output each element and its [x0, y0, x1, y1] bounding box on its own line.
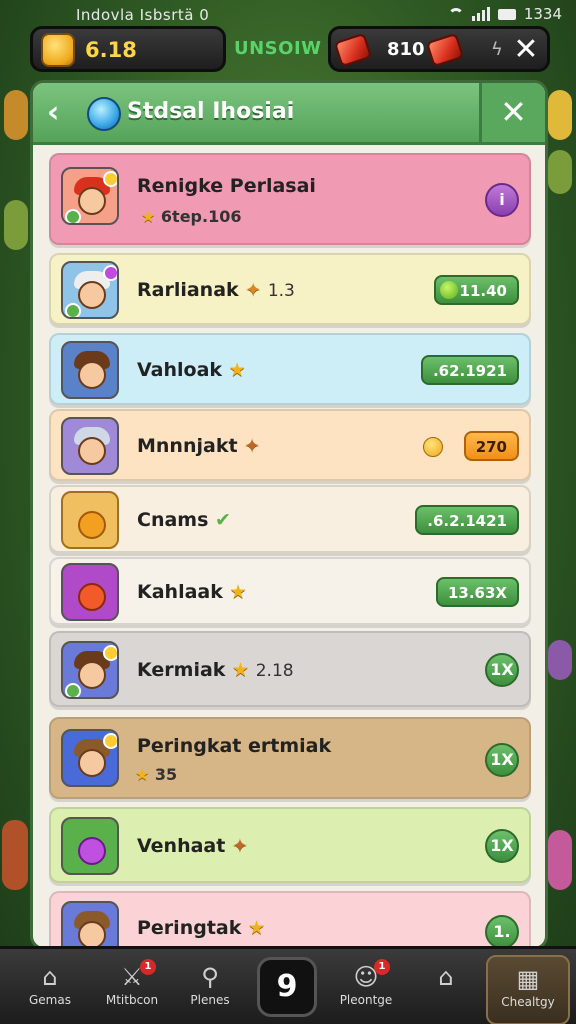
bottom-nav: ⌂ Gemas ⚔ 1 Mtitbcon ⚲ Plenes 9 ☺ 1 Pleo… — [0, 946, 576, 1024]
badge-icon: ✦ — [244, 435, 261, 457]
avatar — [61, 817, 119, 875]
player-name: Peringtak ★ — [137, 917, 266, 939]
player-name: Peringkat ertmiak — [137, 735, 332, 757]
player-score: ★ 35 — [135, 765, 178, 784]
panel-close-button[interactable]: ✕ — [479, 83, 545, 142]
background-scenery — [548, 640, 572, 680]
badge-icon: ✦ — [245, 279, 262, 301]
star-icon: ★ — [135, 765, 150, 784]
nav-item-people[interactable]: ☺ 1 Pleontge — [324, 955, 408, 1024]
star-icon: ★ — [232, 659, 250, 681]
list-item[interactable]: Peringtak ★ 1. — [49, 891, 531, 947]
background-scenery — [2, 820, 28, 890]
coin-icon — [423, 437, 443, 457]
check-icon: ✔ — [215, 509, 231, 531]
list-item[interactable]: Rarlianak ✦ 1.3 11.40 — [49, 253, 531, 325]
player-name: Mnnnjakt ✦ — [137, 435, 261, 457]
badge-icon: ✦ — [231, 835, 248, 857]
list-item[interactable]: Venhaat ✦ 1X — [49, 807, 531, 883]
nav-item-missions[interactable]: ⚔ 1 Mtitbcon — [90, 955, 174, 1024]
background-scenery — [548, 150, 572, 194]
action-button[interactable]: 1X — [485, 653, 519, 687]
background-scenery — [4, 90, 28, 140]
player-name: Kahlaak ★ — [137, 581, 247, 603]
nav-item-planes[interactable]: ⚲ Plenes — [168, 955, 252, 1024]
panel-title: Stdsal Ihosiai — [127, 99, 295, 124]
avatar — [61, 729, 119, 787]
resource-bar: 6.18 UNSOIW 810 ϟ ✕ — [30, 26, 550, 76]
battery-icon — [497, 8, 516, 20]
coin-icon — [41, 33, 75, 67]
list-item[interactable]: Cnams ✔ .6.2.1421 — [49, 485, 531, 553]
score-pill[interactable]: 11.40 — [433, 275, 519, 305]
player-name: Venhaat ✦ — [137, 835, 248, 857]
board-icon: ▦ — [516, 965, 540, 993]
gem-icon — [333, 32, 373, 68]
score-pill[interactable]: .62.1921 — [420, 355, 519, 385]
avatar — [61, 341, 119, 399]
gem-value: 810 — [387, 39, 425, 60]
notification-badge: 1 — [374, 959, 390, 975]
list-item[interactable]: Kahlaak ★ 13.63X — [49, 557, 531, 625]
panel-header: ‹ Stdsal Ihosiai ✕ — [33, 83, 545, 145]
leaderboard-panel: ‹ Stdsal Ihosiai ✕ Renigke Perlasai ★ 6t… — [30, 80, 548, 950]
notification-badge: 1 — [140, 959, 156, 975]
list-item[interactable]: Renigke Perlasai ★ 6tep.106 i — [49, 153, 531, 245]
close-icon[interactable]: ✕ — [507, 31, 545, 69]
star-icon: ★ — [228, 359, 246, 381]
info-button[interactable]: i — [485, 183, 519, 217]
back-button[interactable]: ‹ — [47, 96, 77, 130]
nav-item-challenge[interactable]: ▦ Chealtgy — [486, 955, 570, 1024]
avatar — [61, 641, 119, 699]
bolt-icon: ϟ — [491, 39, 503, 60]
home-icon: ⌂ — [42, 963, 58, 991]
gem-counter[interactable]: 810 ϟ ✕ — [328, 26, 550, 72]
player-score: ★ 6tep.106 — [141, 207, 242, 226]
player-name: Cnams ✔ — [137, 509, 231, 531]
score-pill[interactable]: 13.63X — [435, 577, 519, 607]
coin-value: 6.18 — [85, 38, 137, 62]
house-icon: ⌂ — [438, 963, 454, 991]
background-scenery — [548, 830, 572, 890]
clock: 1334 — [523, 5, 562, 23]
list-item[interactable]: Peringkat ertmiak ★ 35 1X — [49, 717, 531, 799]
wifi-icon — [447, 8, 464, 20]
player-name: Rarlianak ✦ 1.3 — [137, 279, 295, 301]
player-name: Renigke Perlasai — [137, 175, 316, 197]
avatar — [61, 901, 119, 947]
player-name: Vahloak ★ — [137, 359, 246, 381]
nav-item-games[interactable]: ⌂ Gemas — [8, 955, 92, 1024]
score-pill[interactable]: 270 — [463, 431, 519, 461]
star-icon: ★ — [141, 207, 156, 226]
background-scenery — [4, 200, 28, 250]
nav-center-button[interactable]: 9 — [257, 957, 317, 1017]
status-text: Indovla Isbsrtä 0 — [76, 6, 210, 24]
star-icon: ★ — [229, 581, 247, 603]
avatar — [61, 417, 119, 475]
avatar — [61, 261, 119, 319]
star-icon: ★ — [248, 917, 266, 939]
action-button[interactable]: 1X — [485, 829, 519, 863]
score-pill[interactable]: .6.2.1421 — [415, 505, 519, 535]
action-button[interactable]: 1. — [485, 915, 519, 947]
signal-icon — [471, 7, 490, 21]
gem-badge-icon — [87, 97, 121, 131]
avatar — [61, 491, 119, 549]
action-button[interactable]: 1X — [485, 743, 519, 777]
search-icon: ⚲ — [201, 963, 219, 991]
nav-item-shop[interactable]: ⌂ — [404, 955, 488, 1024]
gem-icon — [425, 32, 465, 68]
player-name: Kermiak ★ 2.18 — [137, 659, 294, 681]
list-item[interactable]: Mnnnjakt ✦ 270 — [49, 409, 531, 481]
list-item[interactable]: Kermiak ★ 2.18 1X — [49, 631, 531, 707]
avatar — [61, 563, 119, 621]
orb-icon — [439, 281, 458, 299]
coin-counter[interactable]: 6.18 — [30, 26, 226, 72]
background-scenery — [548, 90, 572, 140]
list-item[interactable]: Vahloak ★ .62.1921 — [49, 333, 531, 405]
avatar — [61, 167, 119, 225]
brand-label: UNSOIW — [234, 38, 322, 59]
